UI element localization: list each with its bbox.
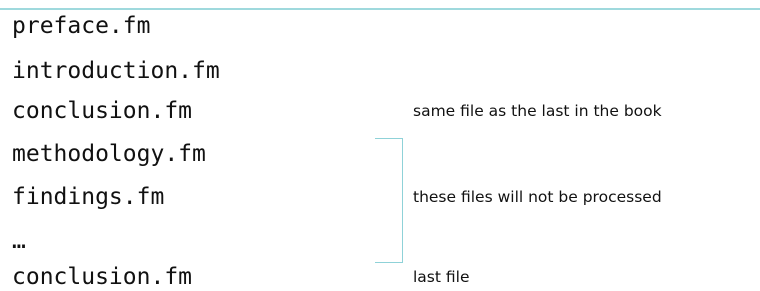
ellipsis-item: … [12, 228, 26, 254]
note-not-processed: these files will not be processed [413, 188, 662, 206]
file-item: conclusion.fm [12, 264, 193, 290]
file-item: methodology.fm [12, 141, 206, 167]
file-item: preface.fm [12, 13, 151, 39]
note-last-file: last file [413, 268, 470, 286]
note-same-file: same file as the last in the book [413, 102, 662, 120]
file-item: introduction.fm [12, 58, 220, 84]
range-bracket [375, 138, 403, 263]
file-item: conclusion.fm [12, 98, 193, 124]
file-item: findings.fm [12, 184, 165, 210]
